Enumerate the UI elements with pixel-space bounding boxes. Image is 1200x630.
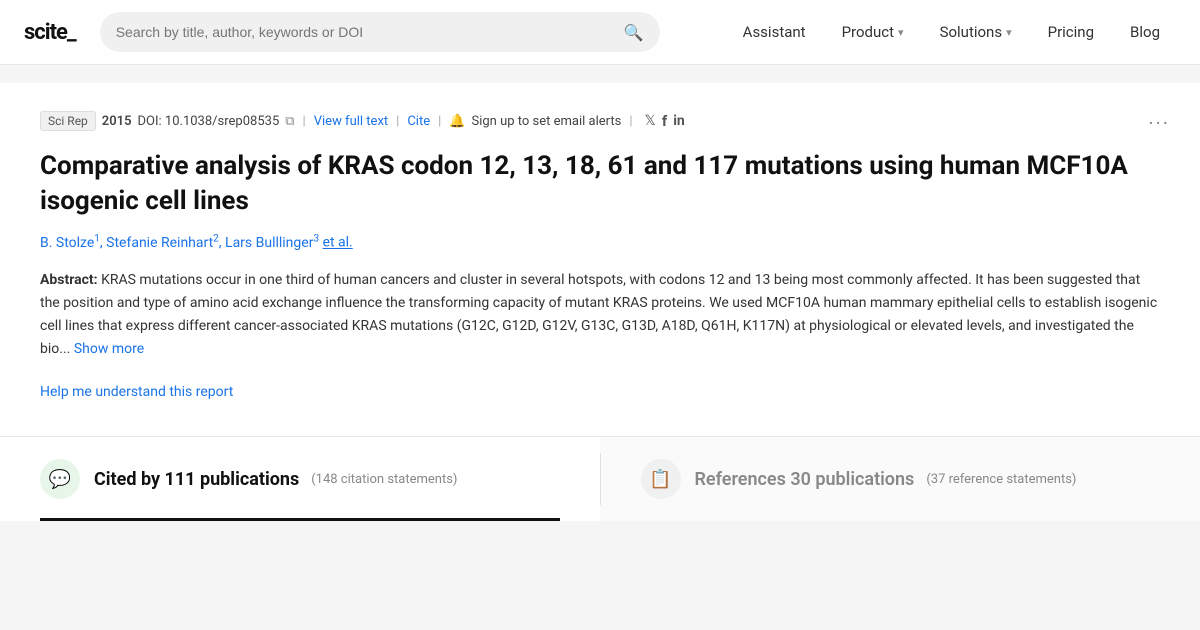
search-bar[interactable]: 🔍	[100, 12, 660, 52]
linkedin-icon[interactable]: in	[673, 113, 685, 129]
author-3[interactable]: Lars Bulllinger3	[225, 235, 319, 251]
more-options-button[interactable]: ···	[1148, 111, 1170, 135]
stats-bar: 💬 Cited by 111 publications (148 citatio…	[0, 436, 1200, 521]
copy-icon[interactable]: ⧉	[285, 114, 294, 129]
logo[interactable]: scite_	[24, 20, 76, 45]
references-text-group: References 30 publications (37 reference…	[695, 468, 1077, 491]
search-input[interactable]	[116, 24, 616, 40]
meta-line: Sci Rep 2015 DOI: 10.1038/srep08535 ⧉ | …	[40, 111, 1160, 131]
facebook-icon[interactable]: f	[662, 112, 667, 130]
nav-product[interactable]: Product ▾	[826, 15, 920, 49]
et-al-link[interactable]: et al.	[323, 235, 353, 251]
doi: DOI: 10.1038/srep08535	[138, 114, 280, 129]
year: 2015	[102, 114, 132, 129]
cited-by-text-group: Cited by 111 publications (148 citation …	[94, 468, 457, 491]
show-more-button[interactable]: Show more	[74, 341, 144, 357]
chevron-down-icon: ▾	[1006, 26, 1012, 39]
paper-card: ··· Sci Rep 2015 DOI: 10.1038/srep08535 …	[0, 83, 1200, 436]
social-icons: 𝕏 f in	[645, 112, 685, 130]
view-full-text-link[interactable]: View full text	[314, 114, 388, 129]
cited-by-sub: (148 citation statements)	[311, 472, 457, 487]
nav-solutions[interactable]: Solutions ▾	[924, 15, 1028, 49]
alerts-text[interactable]: Sign up to set email alerts	[472, 114, 622, 129]
nav-links: Assistant Product ▾ Solutions ▾ Pricing …	[727, 15, 1176, 49]
bell-icon: 🔔	[449, 114, 465, 129]
nav-blog[interactable]: Blog	[1114, 15, 1176, 49]
author-2[interactable]: Stefanie Reinhart2	[106, 235, 219, 251]
cited-by-block[interactable]: 💬 Cited by 111 publications (148 citatio…	[0, 437, 600, 521]
abstract: Abstract: KRAS mutations occur in one th…	[40, 269, 1160, 361]
help-link[interactable]: Help me understand this report	[40, 384, 233, 400]
abstract-label: Abstract:	[40, 272, 98, 288]
chevron-down-icon: ▾	[898, 26, 904, 39]
cite-link[interactable]: Cite	[407, 114, 430, 129]
references-block[interactable]: 📋 References 30 publications (37 referen…	[601, 437, 1200, 521]
nav-assistant[interactable]: Assistant	[727, 15, 822, 49]
abstract-text: KRAS mutations occur in one third of hum…	[40, 272, 1157, 357]
references-main: References 30 publications	[695, 468, 915, 491]
references-sub: (37 reference statements)	[926, 472, 1076, 487]
twitter-icon[interactable]: 𝕏	[645, 113, 656, 129]
nav-pricing[interactable]: Pricing	[1032, 15, 1110, 49]
cited-by-icon: 💬	[40, 459, 80, 499]
references-icon: 📋	[641, 459, 681, 499]
cited-by-main: Cited by 111 publications	[94, 468, 299, 491]
paper-title: Comparative analysis of KRAS codon 12, 1…	[40, 149, 1160, 219]
authors: B. Stolze1, Stefanie Reinhart2, Lars Bul…	[40, 233, 1160, 251]
navbar: scite_ 🔍 Assistant Product ▾ Solutions ▾…	[0, 0, 1200, 65]
journal-badge: Sci Rep	[40, 111, 96, 131]
author-1[interactable]: B. Stolze1	[40, 235, 100, 251]
search-icon: 🔍	[624, 23, 644, 42]
